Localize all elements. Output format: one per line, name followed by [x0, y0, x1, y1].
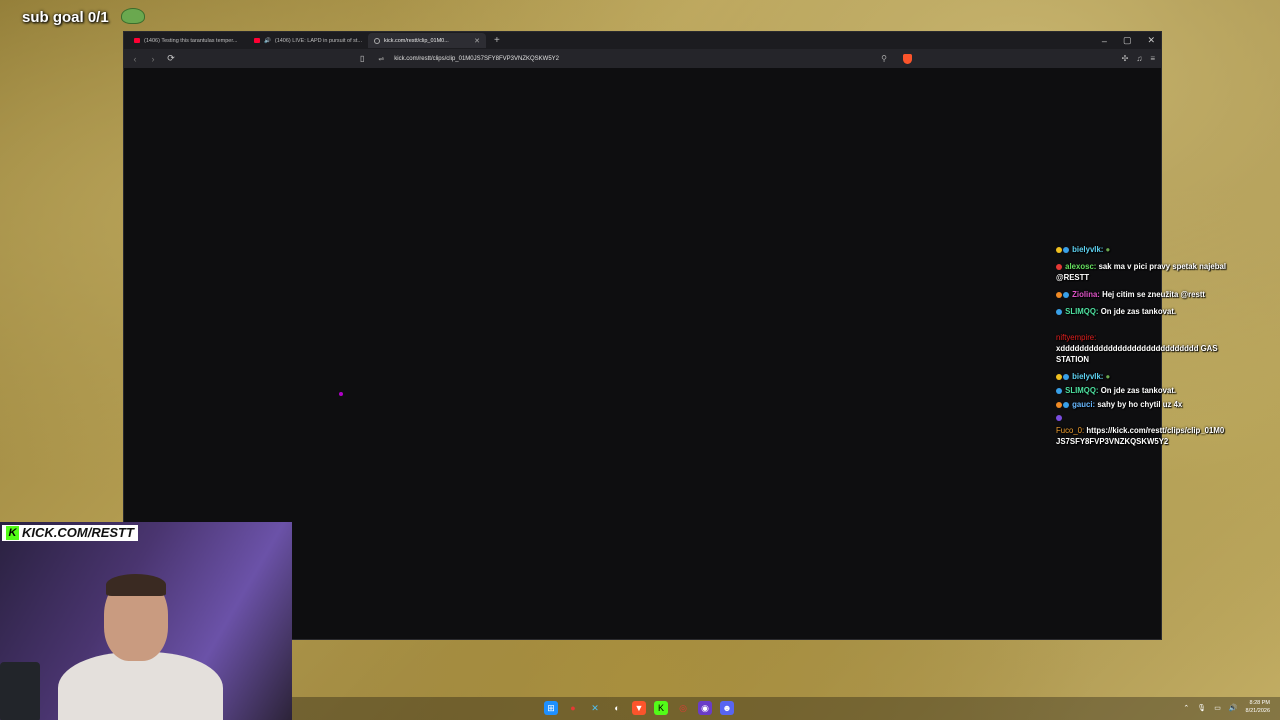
chat-text: On jde zas tankovat.: [1100, 307, 1177, 316]
bookmark-icon[interactable]: ▯: [360, 54, 364, 63]
taskbar-apps: ⊞ ● ✕ ◐ ▼ K ◎ ◉ ☻: [544, 701, 734, 715]
frog-emote-icon: [121, 8, 145, 24]
chat-message: SLIMQQ: On jde zas tankovat.: [1056, 385, 1226, 396]
kick-app-icon[interactable]: K: [654, 701, 668, 715]
taskbar: ⊞ ● ✕ ◐ ▼ K ◎ ◉ ☻ ⌃ 🎙 ▭ 🔊 8:28 PM 8/21/2…: [292, 697, 1280, 720]
tab-label: (1406) Testing this tarantulas temper...: [144, 37, 238, 44]
badge-icon: [1056, 373, 1062, 380]
media-icon[interactable]: ♫: [1136, 54, 1142, 63]
tab-label: kick.com/restt/clip_01M0...: [384, 37, 449, 44]
maps-pin-icon[interactable]: ●: [566, 701, 580, 715]
badge-icon: [1063, 246, 1069, 253]
chrome-icon[interactable]: ◎: [676, 701, 690, 715]
chat-username: gauci:: [1072, 400, 1096, 409]
chat-message: bielyvlk: ●: [1056, 244, 1226, 255]
badge-icon: [1063, 401, 1069, 408]
toolbar-right: ✣ ♫ ≡: [1122, 49, 1155, 68]
badge-icon: [1056, 308, 1062, 315]
brave-shield-icon[interactable]: [903, 53, 912, 64]
youtube-icon: [134, 38, 140, 43]
streamer-hair: [106, 574, 166, 596]
chat-overlay: bielyvlk: ● alexosc: sak ma v pici pravy…: [1056, 244, 1226, 453]
volume-icon[interactable]: 🔊: [1229, 704, 1238, 712]
chat-text: On jde zas tankovat.: [1100, 386, 1177, 395]
chat-message: gauci: sahy by ho chytil uz 4x: [1056, 399, 1226, 410]
youtube-icon: [254, 38, 260, 43]
badge-icon: [1056, 291, 1062, 298]
menu-icon[interactable]: ≡: [1150, 54, 1155, 63]
network-icon[interactable]: ▭: [1214, 704, 1221, 712]
tab-kick-clip[interactable]: kick.com/restt/clip_01M0... ✕: [368, 33, 486, 48]
clock-time: 8:28 PM: [1249, 700, 1270, 706]
chat-message: SLIMQQ: On jde zas tankovat.: [1056, 306, 1226, 317]
extensions-icon[interactable]: ✣: [1122, 54, 1129, 63]
globe-icon: [374, 37, 380, 44]
badge-icon: [1063, 373, 1069, 380]
new-tab-button[interactable]: +: [494, 35, 500, 46]
app-icon[interactable]: ◐: [610, 701, 624, 715]
close-tab-icon[interactable]: ✕: [474, 37, 480, 45]
speaker-icon: 🔊: [264, 37, 271, 44]
badge-icon: [1056, 263, 1062, 270]
kick-logo-icon: K: [6, 526, 19, 540]
chat-username: bielyvlk:: [1072, 245, 1104, 254]
loading-stop-icon[interactable]: ⟳: [166, 53, 176, 64]
chat-username: Fuco_0:: [1056, 426, 1085, 435]
badge-icon: [1056, 246, 1062, 253]
chat-text: sahy by ho chytil uz 4x: [1097, 400, 1183, 409]
webcam-feed: K KICK.COM/RESTT: [0, 522, 292, 720]
browser-toolbar: ‹ › ⟳ ▯ ⇌ kick.com/restt/clips/clip_01M0…: [124, 49, 1161, 68]
tab-youtube-lapd[interactable]: 🔊 (1406) LIVE: LAPD in pursuit of st...: [248, 33, 366, 48]
chat-username: bielyvlk:: [1072, 372, 1104, 381]
obs-icon[interactable]: ◉: [698, 701, 712, 715]
chat-message: Ziolina: Hej citim se zneužita @restt: [1056, 289, 1226, 300]
windows-start-icon[interactable]: ⊞: [544, 701, 558, 715]
cursor-dot: [339, 392, 343, 396]
system-tray: ⌃ 🎙 ▭ 🔊 8:28 PM 8/21/2026: [1183, 700, 1270, 715]
zoom-icon[interactable]: ⚲: [881, 54, 887, 63]
discord-icon[interactable]: ☻: [720, 701, 734, 715]
chat-message: niftyempire: xdddddddddddddddddddddddddd…: [1056, 332, 1226, 365]
forward-icon[interactable]: ›: [148, 54, 158, 64]
excel-icon[interactable]: ✕: [588, 701, 602, 715]
tab-youtube-tarantula[interactable]: (1406) Testing this tarantulas temper...: [128, 33, 246, 48]
emote-icon: ●: [1105, 245, 1111, 254]
chat-username: SLIMQQ:: [1065, 386, 1099, 395]
chat-username: niftyempire:: [1056, 333, 1097, 342]
back-icon[interactable]: ‹: [130, 54, 140, 64]
kick-channel-label: K KICK.COM/RESTT: [2, 525, 138, 541]
minimize-button[interactable]: –: [1102, 36, 1107, 46]
mic-stand: [0, 662, 40, 720]
clock-date: 8/21/2026: [1245, 707, 1270, 714]
chat-message: alexosc: sak ma v pici pravy spetak naje…: [1056, 261, 1226, 283]
chat-username: Ziolina:: [1072, 290, 1100, 299]
url-text[interactable]: kick.com/restt/clips/clip_01M0JS7SFY8FVP…: [394, 56, 559, 62]
chat-username: SLIMQQ:: [1065, 307, 1099, 316]
channel-url: KICK.COM/RESTT: [22, 525, 134, 540]
chat-message: [1056, 412, 1226, 423]
chat-message: Fuco_0: https://kick.com/restt/clips/cli…: [1056, 425, 1226, 447]
address-bar[interactable]: ▯ ⇌ kick.com/restt/clips/clip_01M0JS7SFY…: [356, 51, 916, 66]
clock[interactable]: 8:28 PM 8/21/2026: [1246, 700, 1270, 715]
streamer-body: [58, 652, 223, 720]
badge-icon: [1063, 291, 1069, 298]
emote-icon: ●: [1105, 372, 1111, 381]
brave-browser-icon[interactable]: ▼: [632, 701, 646, 715]
close-window-button[interactable]: ✕: [1147, 35, 1155, 46]
chat-text: Hej citim se zneužita @restt: [1102, 290, 1206, 299]
site-settings-icon[interactable]: ⇌: [378, 55, 384, 63]
sub-goal-label: sub goal 0/1: [22, 9, 109, 26]
tab-bar: (1406) Testing this tarantulas temper...…: [124, 32, 1161, 49]
chat-text: xddddddddddddddddddddddddddddd GAS STATI…: [1056, 344, 1218, 364]
badge-icon: [1056, 401, 1062, 408]
tab-label: (1406) LIVE: LAPD in pursuit of st...: [274, 37, 362, 44]
badge-icon: [1056, 414, 1062, 421]
mic-icon[interactable]: 🎙: [1197, 704, 1206, 712]
window-controls: – ▢ ✕: [1102, 32, 1155, 49]
maximize-button[interactable]: ▢: [1123, 35, 1132, 46]
chevron-up-icon[interactable]: ⌃: [1183, 704, 1189, 712]
chat-username: alexosc:: [1065, 262, 1097, 271]
chat-message: bielyvlk: ●: [1056, 371, 1226, 382]
badge-icon: [1056, 387, 1062, 394]
